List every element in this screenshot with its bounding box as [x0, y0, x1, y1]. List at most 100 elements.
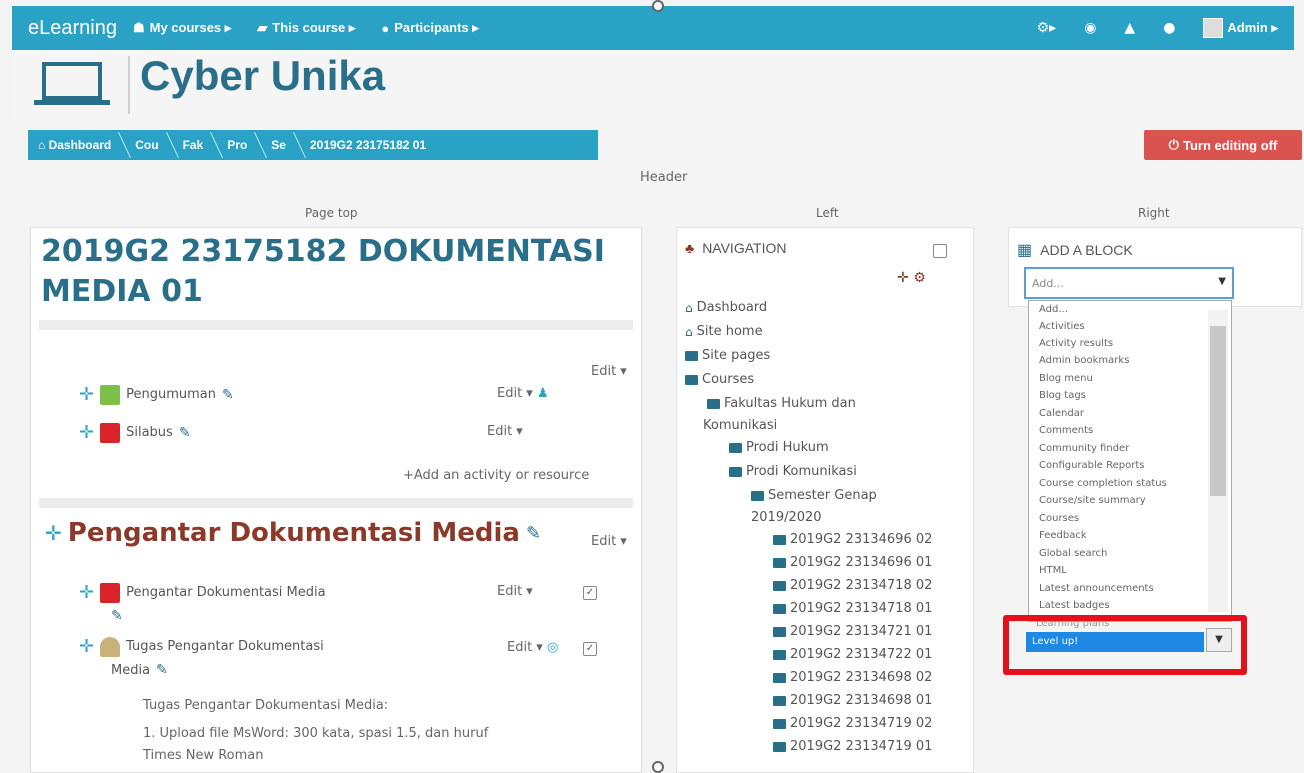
- add-block-select[interactable]: Add... ▼: [1024, 267, 1234, 299]
- dropdown-option[interactable]: Latest badges: [1039, 599, 1110, 612]
- nav-semester-continued[interactable]: 2019/2020: [751, 510, 822, 525]
- dropdown-option[interactable]: Blog menu: [1039, 372, 1093, 385]
- navbar-right: ⚙▸ ◉ ▲ ● Admin ▸: [1037, 18, 1294, 38]
- edit-title-pencil-icon[interactable]: ✎: [111, 608, 123, 624]
- edit-title-pencil-icon[interactable]: ✎: [222, 387, 234, 403]
- laptop-logo-icon: [34, 62, 110, 105]
- edit-title-pencil-icon[interactable]: ✎: [526, 523, 541, 544]
- dropdown-option[interactable]: Course/site summary: [1039, 494, 1146, 507]
- edit-title-pencil-icon[interactable]: ✎: [179, 425, 191, 441]
- nav-course-item[interactable]: 2019G2 23134698 01: [773, 693, 932, 708]
- dropdown-option[interactable]: Blog tags: [1039, 389, 1086, 402]
- section-edit-menu[interactable]: Edit ▾: [591, 534, 627, 549]
- breadcrumb-program[interactable]: Pro: [217, 138, 261, 152]
- dock-block-icon[interactable]: [933, 244, 947, 258]
- region-label-left: Left: [816, 206, 839, 220]
- breadcrumb-dashboard[interactable]: ⌂ Dashboard: [28, 138, 125, 152]
- settings-menu-icon[interactable]: ⚙▸: [1037, 20, 1057, 36]
- completion-checkbox[interactable]: ✓: [583, 642, 597, 656]
- turn-editing-off-button[interactable]: ⏻ Turn editing off: [1144, 130, 1302, 160]
- brand-link[interactable]: eLearning: [12, 17, 133, 40]
- user-menu[interactable]: Admin ▸: [1203, 18, 1278, 38]
- move-icon[interactable]: ✛: [79, 582, 94, 603]
- move-icon[interactable]: ✛: [79, 422, 94, 443]
- section-edit-menu[interactable]: Edit ▾: [591, 364, 627, 379]
- folder-icon: [773, 534, 786, 545]
- nav-my-courses[interactable]: ☗ My courses ▸: [133, 20, 231, 36]
- nav-prodi-hukum[interactable]: Prodi Hukum: [729, 440, 829, 455]
- group-mode-icon[interactable]: ◎: [547, 640, 558, 655]
- activity-link[interactable]: Pengumuman: [126, 387, 216, 402]
- nav-site-pages[interactable]: Site pages: [685, 348, 770, 363]
- breadcrumb-courses[interactable]: Cou: [125, 138, 172, 152]
- dropdown-option[interactable]: Comments: [1039, 424, 1093, 437]
- nav-course-item[interactable]: 2019G2 23134719 02: [773, 716, 932, 731]
- nav-dashboard[interactable]: ⌂ Dashboard: [685, 300, 767, 315]
- chevron-down-icon: ▼: [1218, 276, 1226, 287]
- section-heading: ✛ Pengantar Dokumentasi Media ✎: [45, 518, 541, 548]
- dropdown-option[interactable]: Course completion status: [1039, 477, 1167, 490]
- dropdown-option[interactable]: Activities: [1039, 320, 1085, 333]
- activity-edit-menu[interactable]: Edit ▾ ♟: [497, 386, 549, 401]
- dropdown-option[interactable]: Latest announcements: [1039, 582, 1154, 595]
- completion-checkbox[interactable]: ✓: [583, 586, 597, 600]
- breadcrumb-faculty[interactable]: Fak: [173, 138, 218, 152]
- activity-edit-menu[interactable]: Edit ▾: [497, 584, 533, 599]
- activity-edit-menu[interactable]: Edit ▾: [487, 424, 523, 439]
- add-activity-link[interactable]: +Add an activity or resource: [403, 468, 589, 483]
- dropdown-scroll-thumb[interactable]: [1210, 326, 1226, 496]
- dropdown-option[interactable]: Community finder: [1039, 442, 1129, 455]
- activity-link[interactable]: Silabus: [126, 425, 173, 440]
- dropdown-option[interactable]: Courses: [1039, 512, 1079, 525]
- dropdown-option[interactable]: Feedback: [1039, 529, 1087, 542]
- region-label-header: Header: [640, 170, 688, 185]
- nav-course-item[interactable]: 2019G2 23134721 01: [773, 624, 932, 639]
- nav-faculty[interactable]: Fakultas Hukum dan: [707, 396, 856, 411]
- nav-course-item[interactable]: 2019G2 23134696 01: [773, 555, 932, 570]
- dropdown-option[interactable]: HTML: [1039, 564, 1067, 577]
- activity-link[interactable]: Pengantar Dokumentasi Media: [126, 585, 325, 600]
- folder-open-icon: [729, 466, 742, 477]
- activity-link-continued: Media ✎: [111, 662, 168, 678]
- window-resize-handle[interactable]: [652, 0, 664, 12]
- messages-toggle-icon[interactable]: ◉: [1084, 20, 1096, 36]
- nav-semester[interactable]: Semester Genap: [751, 488, 877, 503]
- nav-course-item[interactable]: 2019G2 23134696 02: [773, 532, 932, 547]
- window-resize-handle[interactable]: [652, 761, 664, 773]
- nav-site-home[interactable]: ⌂ Site home: [685, 324, 763, 339]
- move-icon[interactable]: ✛: [79, 636, 94, 657]
- nav-course-item[interactable]: 2019G2 23134719 01: [773, 739, 932, 754]
- activity-edit-menu[interactable]: Edit ▾ ◎: [507, 640, 558, 655]
- nav-courses[interactable]: Courses: [685, 372, 754, 387]
- nav-course-item[interactable]: 2019G2 23134718 01: [773, 601, 932, 616]
- dropdown-option[interactable]: Global search: [1039, 547, 1107, 560]
- pdf-file-icon: [100, 582, 121, 603]
- breadcrumb-course[interactable]: 2019G2 23175182 01: [300, 138, 440, 152]
- nav-course-item[interactable]: 2019G2 23134698 02: [773, 670, 932, 685]
- section-title[interactable]: Pengantar Dokumentasi Media: [68, 518, 520, 548]
- dropdown-option[interactable]: Admin bookmarks: [1039, 354, 1129, 367]
- nav-course-item[interactable]: 2019G2 23134718 02: [773, 578, 932, 593]
- nav-participants[interactable]: ● Participants ▸: [381, 20, 478, 36]
- block-move-icon[interactable]: ✛ ⚙: [897, 270, 926, 286]
- block-config-icon[interactable]: ⚙: [913, 270, 926, 286]
- nav-course-item[interactable]: 2019G2 23134722 01: [773, 647, 932, 662]
- activity-link[interactable]: Tugas Pengantar Dokumentasi: [126, 639, 324, 654]
- notifications-bell-icon[interactable]: ▲: [1124, 20, 1135, 36]
- move-icon[interactable]: ✛: [45, 521, 62, 545]
- nav-this-course[interactable]: ▰ This course ▸: [257, 20, 355, 36]
- folder-open-icon: [707, 398, 720, 409]
- breadcrumb-semester[interactable]: Se: [261, 138, 300, 152]
- edit-title-pencil-icon[interactable]: ✎: [156, 662, 168, 678]
- nav-faculty-continued[interactable]: Komunikasi: [703, 418, 777, 433]
- nav-prodi-komunikasi[interactable]: Prodi Komunikasi: [729, 464, 857, 479]
- dropdown-option[interactable]: Calendar: [1039, 407, 1084, 420]
- chat-icon[interactable]: ●: [1163, 20, 1175, 36]
- dropdown-option[interactable]: Configurable Reports: [1039, 459, 1144, 472]
- site-title[interactable]: Cyber Unika: [140, 52, 385, 100]
- users-icon: ●: [381, 20, 390, 36]
- move-icon[interactable]: ✛: [79, 384, 94, 405]
- dropdown-option[interactable]: Add...: [1039, 303, 1068, 316]
- assign-roles-icon[interactable]: ♟: [537, 386, 549, 401]
- dropdown-option[interactable]: Activity results: [1039, 337, 1113, 350]
